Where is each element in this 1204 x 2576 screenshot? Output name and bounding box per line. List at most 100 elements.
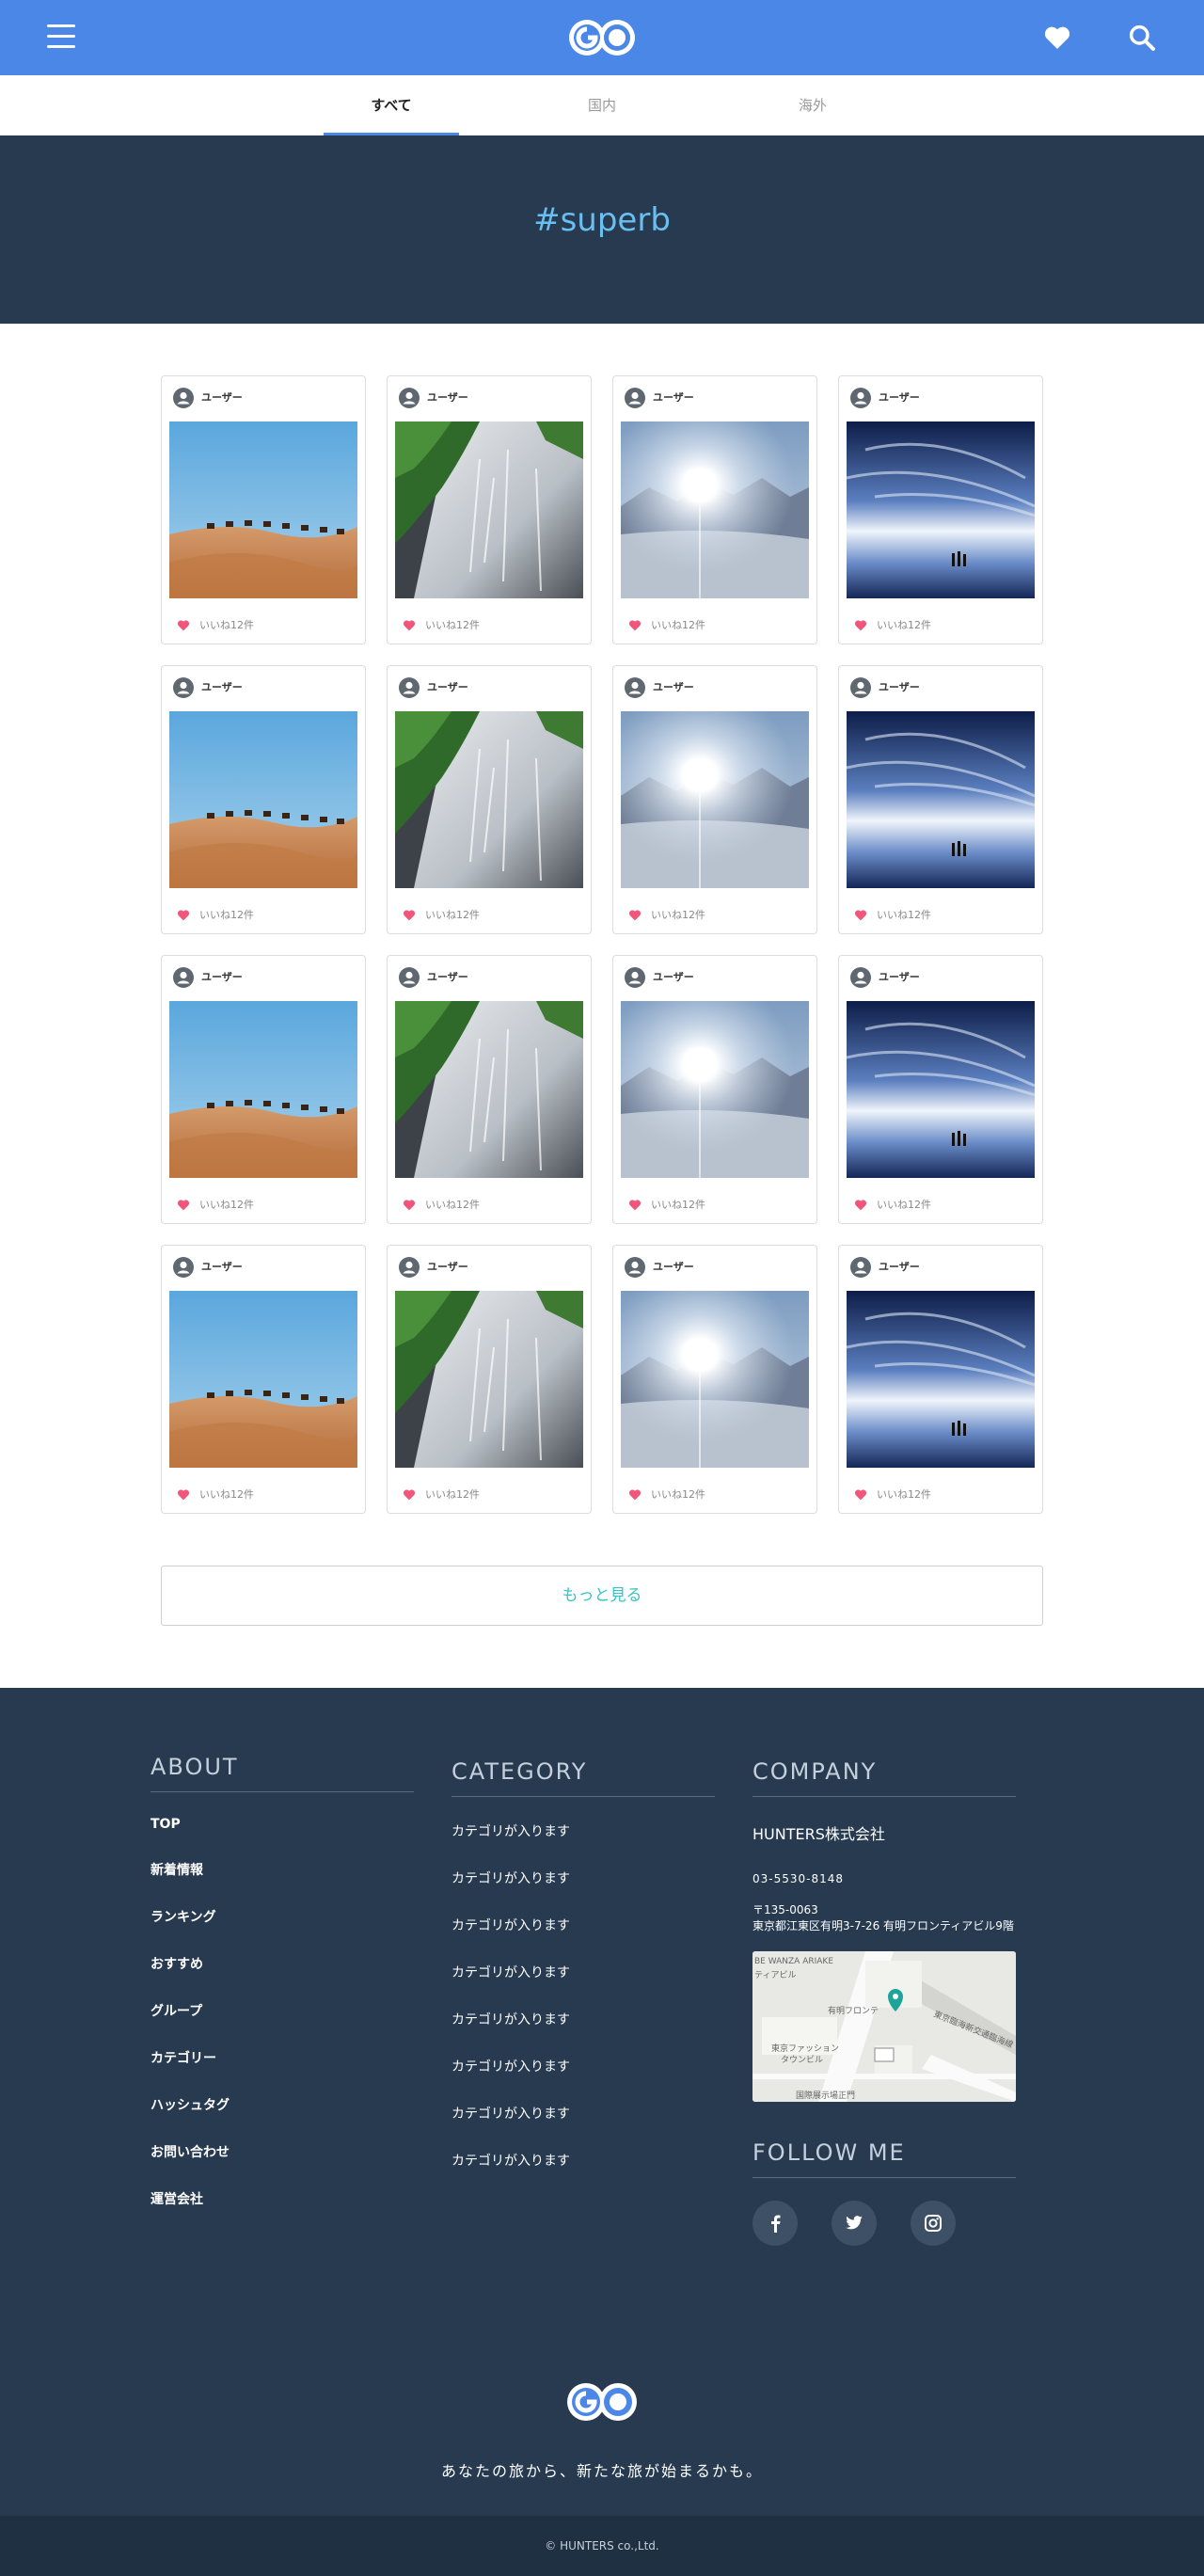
post-photo[interactable] bbox=[395, 1001, 583, 1178]
tab-overseas[interactable]: 海外 bbox=[745, 75, 880, 135]
footer-category-link[interactable]: カテゴリが入ります bbox=[452, 2010, 715, 2028]
post-photo[interactable] bbox=[621, 711, 809, 888]
load-more-button[interactable]: もっと見る bbox=[161, 1566, 1043, 1626]
post-photo[interactable] bbox=[395, 1291, 583, 1468]
footer-link-company[interactable]: 運営会社 bbox=[150, 2189, 414, 2208]
footer-category-heading: CATEGORY bbox=[452, 1758, 715, 1797]
footer-link-hashtag[interactable]: ハッシュタグ bbox=[150, 2095, 414, 2114]
like-heart-icon[interactable] bbox=[177, 907, 190, 921]
like-heart-icon[interactable] bbox=[403, 1197, 416, 1211]
post-photo[interactable] bbox=[169, 421, 357, 598]
like-heart-icon[interactable] bbox=[628, 617, 642, 631]
like-heart-icon[interactable] bbox=[177, 1197, 190, 1211]
twitter-icon[interactable] bbox=[832, 2201, 877, 2246]
like-heart-icon[interactable] bbox=[854, 1487, 867, 1501]
post-card[interactable]: ユーザー いいね12件 bbox=[161, 1245, 366, 1514]
like-heart-icon[interactable] bbox=[628, 907, 642, 921]
footer-link-contact[interactable]: お問い合わせ bbox=[150, 2142, 414, 2161]
post-photo[interactable] bbox=[169, 1291, 357, 1468]
footer-category-link[interactable]: カテゴリが入ります bbox=[452, 1868, 715, 1887]
post-photo[interactable] bbox=[847, 711, 1035, 888]
post-photo[interactable] bbox=[847, 1291, 1035, 1468]
like-heart-icon[interactable] bbox=[628, 1487, 642, 1501]
post-card[interactable]: ユーザー いいね12件 bbox=[838, 955, 1043, 1224]
like-count: いいね12件 bbox=[425, 619, 480, 631]
post-card[interactable]: ユーザー いいね12件 bbox=[161, 375, 366, 644]
company-map[interactable]: BE WANZA ARIAKE ティアビル 東京ファッション タウンビル 有明フ… bbox=[752, 1951, 1016, 2102]
like-count: いいね12件 bbox=[651, 619, 705, 631]
footer-category-link[interactable]: カテゴリが入ります bbox=[452, 1821, 715, 1840]
post-card[interactable]: ユーザー いいね12件 bbox=[838, 375, 1043, 644]
post-photo[interactable] bbox=[621, 421, 809, 598]
like-heart-icon[interactable] bbox=[854, 1197, 867, 1211]
post-photo[interactable] bbox=[395, 421, 583, 598]
footer-category-link[interactable]: カテゴリが入ります bbox=[452, 2151, 715, 2170]
tab-domestic[interactable]: 国内 bbox=[534, 75, 670, 135]
post-card[interactable]: ユーザー いいね12件 bbox=[612, 1245, 817, 1514]
map-label: ティアビル bbox=[754, 1971, 797, 1980]
follow-heading: FOLLOW ME bbox=[752, 2139, 1016, 2178]
like-heart-icon[interactable] bbox=[177, 1487, 190, 1501]
post-card[interactable]: ユーザー いいね12件 bbox=[387, 955, 592, 1224]
like-heart-icon[interactable] bbox=[403, 617, 416, 631]
user-avatar-icon bbox=[399, 1257, 420, 1278]
post-card[interactable]: ユーザー いいね12件 bbox=[161, 955, 366, 1224]
post-card[interactable]: ユーザー いいね12件 bbox=[612, 955, 817, 1224]
search-icon[interactable] bbox=[1127, 23, 1157, 53]
card-username: ユーザー bbox=[653, 681, 694, 693]
post-photo[interactable] bbox=[847, 421, 1035, 598]
like-count: いいね12件 bbox=[199, 909, 254, 921]
card-username: ユーザー bbox=[879, 391, 920, 404]
like-heart-icon[interactable] bbox=[403, 1487, 416, 1501]
facebook-icon[interactable] bbox=[752, 2201, 798, 2246]
post-photo[interactable] bbox=[847, 1001, 1035, 1178]
footer-link-category[interactable]: カテゴリー bbox=[150, 2048, 414, 2067]
post-card[interactable]: ユーザー いいね12件 bbox=[838, 665, 1043, 934]
footer-link-news[interactable]: 新着情報 bbox=[150, 1860, 414, 1879]
footer-category-link[interactable]: カテゴリが入ります bbox=[452, 1963, 715, 1981]
user-avatar-icon bbox=[173, 677, 194, 698]
card-username: ユーザー bbox=[653, 1261, 694, 1273]
user-avatar-icon bbox=[850, 677, 871, 698]
card-username: ユーザー bbox=[879, 971, 920, 983]
footer-category-link[interactable]: カテゴリが入ります bbox=[452, 2057, 715, 2075]
user-avatar-icon bbox=[625, 1257, 645, 1278]
footer-link-group[interactable]: グループ bbox=[150, 2001, 414, 2020]
post-card[interactable]: ユーザー いいね12件 bbox=[612, 665, 817, 934]
site-logo[interactable] bbox=[564, 16, 640, 59]
footer-link-top[interactable]: TOP bbox=[150, 1817, 414, 1832]
like-heart-icon[interactable] bbox=[854, 907, 867, 921]
card-username: ユーザー bbox=[427, 681, 468, 693]
tab-all[interactable]: すべて bbox=[324, 75, 459, 135]
like-heart-icon[interactable] bbox=[177, 617, 190, 631]
footer-link-recommend[interactable]: おすすめ bbox=[150, 1954, 414, 1973]
post-card[interactable]: ユーザー いいね12件 bbox=[387, 1245, 592, 1514]
company-name: HUNTERS株式会社 bbox=[752, 1825, 885, 1843]
like-heart-icon[interactable] bbox=[854, 617, 867, 631]
post-photo[interactable] bbox=[169, 1001, 357, 1178]
like-count: いいね12件 bbox=[651, 1199, 705, 1211]
like-heart-icon[interactable] bbox=[403, 907, 416, 921]
instagram-icon[interactable] bbox=[911, 2201, 956, 2246]
heart-icon[interactable] bbox=[1042, 23, 1072, 53]
footer-category: CATEGORY カテゴリが入ります カテゴリが入ります カテゴリが入ります カ… bbox=[452, 1758, 715, 2170]
footer-link-ranking[interactable]: ランキング bbox=[150, 1907, 414, 1926]
card-username: ユーザー bbox=[427, 971, 468, 983]
like-count: いいね12件 bbox=[425, 1199, 480, 1211]
footer-category-link[interactable]: カテゴリが入ります bbox=[452, 1916, 715, 1934]
post-card[interactable]: ユーザー いいね12件 bbox=[387, 375, 592, 644]
post-card[interactable]: ユーザー いいね12件 bbox=[161, 665, 366, 934]
like-count: いいね12件 bbox=[199, 1199, 254, 1211]
footer-category-link[interactable]: カテゴリが入ります bbox=[452, 2104, 715, 2123]
hashtag-title: #superb bbox=[533, 201, 671, 239]
post-photo[interactable] bbox=[169, 711, 357, 888]
post-photo[interactable] bbox=[395, 711, 583, 888]
post-photo[interactable] bbox=[621, 1001, 809, 1178]
footer-logo[interactable] bbox=[562, 2380, 642, 2424]
hamburger-icon[interactable] bbox=[47, 24, 75, 49]
post-photo[interactable] bbox=[621, 1291, 809, 1468]
like-heart-icon[interactable] bbox=[628, 1197, 642, 1211]
post-card[interactable]: ユーザー いいね12件 bbox=[612, 375, 817, 644]
post-card[interactable]: ユーザー いいね12件 bbox=[387, 665, 592, 934]
post-card[interactable]: ユーザー いいね12件 bbox=[838, 1245, 1043, 1514]
